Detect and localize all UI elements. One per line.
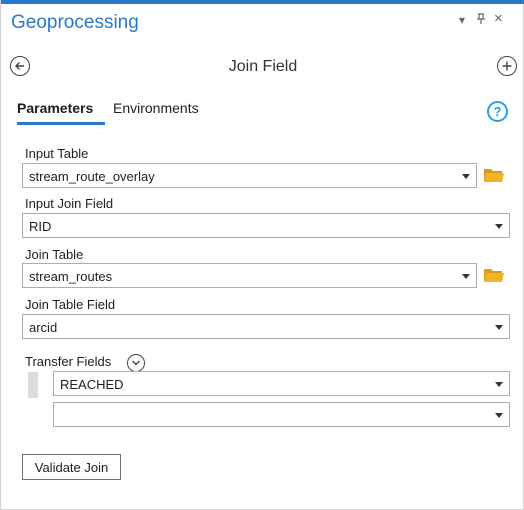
chevron-down-icon: [495, 413, 503, 418]
transfer-field-combo-1[interactable]: REACHED: [53, 371, 510, 396]
geoprocessing-pane: Geoprocessing ▾ × Join Field Parameters …: [0, 0, 524, 510]
transfer-field-combo-2[interactable]: [53, 402, 510, 427]
expand-options-button[interactable]: [127, 354, 145, 372]
input-join-field-label: Input Join Field: [25, 196, 114, 211]
tool-title: Join Field: [228, 58, 298, 75]
browse-folder-icon[interactable]: [483, 266, 505, 284]
join-table-field-value: arcid: [29, 320, 58, 335]
join-table-field-label: Join Table Field: [25, 297, 116, 312]
input-join-field-value: RID: [29, 219, 52, 234]
pane-options-dropdown-icon[interactable]: ▾: [459, 13, 465, 27]
chevron-down-icon: [462, 174, 470, 179]
tab-parameters[interactable]: Parameters: [17, 100, 93, 116]
pin-icon[interactable]: [476, 13, 486, 28]
validate-join-button[interactable]: Validate Join: [22, 454, 121, 480]
add-button[interactable]: [497, 56, 517, 76]
tab-environments[interactable]: Environments: [113, 100, 199, 116]
transfer-fields-label: Transfer Fields: [25, 354, 112, 369]
chevron-down-icon: [495, 325, 503, 330]
join-table-field-combo[interactable]: arcid: [22, 314, 510, 339]
pane-title-bar: Geoprocessing ▾ ×: [1, 4, 524, 38]
input-join-field-combo[interactable]: RID: [22, 213, 510, 238]
browse-folder-icon[interactable]: [483, 166, 505, 184]
help-icon[interactable]: ?: [487, 101, 508, 122]
join-table-combo[interactable]: stream_routes: [22, 263, 477, 288]
chevron-down-icon: [495, 224, 503, 229]
close-pane-icon[interactable]: ×: [494, 10, 503, 27]
chevron-down-icon: [462, 274, 470, 279]
input-table-combo[interactable]: stream_route_overlay: [22, 163, 477, 188]
chevron-down-icon: [132, 360, 140, 366]
transfer-field-value-1: REACHED: [60, 377, 124, 392]
join-table-value: stream_routes: [29, 269, 113, 284]
row-drag-handle[interactable]: [28, 372, 38, 398]
input-table-label: Input Table: [25, 146, 89, 161]
tool-header: Join Field: [1, 50, 524, 84]
join-table-label: Join Table: [25, 247, 84, 262]
pane-title: Geoprocessing: [11, 12, 139, 33]
plus-icon: [502, 61, 512, 71]
active-tab-indicator: [17, 122, 105, 125]
chevron-down-icon: [495, 382, 503, 387]
input-table-value: stream_route_overlay: [29, 169, 155, 184]
